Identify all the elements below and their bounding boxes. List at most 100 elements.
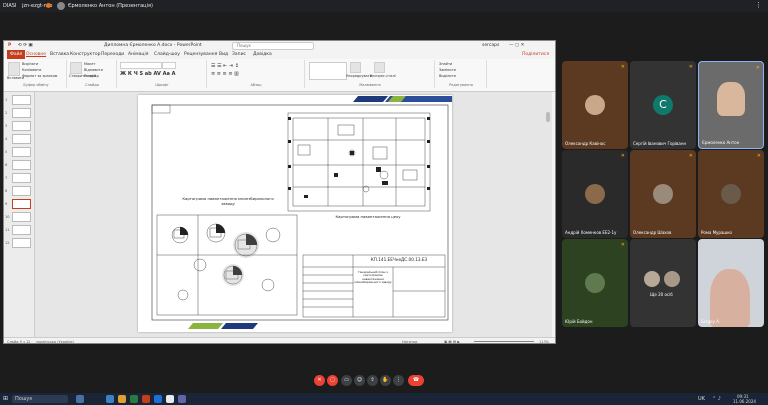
clock-date[interactable]: 11.06.2024	[733, 399, 756, 404]
zoom-level[interactable]: 113%	[539, 340, 549, 343]
paragraph-group: ☰ ☰ ⇤ ⇥ ↕ ≡ ≡ ≡ ≡ ▥ Абзац	[208, 60, 305, 88]
editing-group: Знайти Замінити Виділити Редагування	[436, 60, 487, 88]
tab-file[interactable]: Файл	[7, 50, 26, 59]
tab-animations[interactable]: Анімація	[128, 52, 148, 57]
slide-thumbnail[interactable]	[12, 186, 31, 196]
participant-tile[interactable]: ✕ Рома Мурашко	[698, 150, 764, 238]
slide-thumbnail[interactable]	[12, 212, 31, 222]
tab-slideshow[interactable]: Слайд-шоу	[154, 52, 180, 57]
reset-button[interactable]: Відновити	[84, 68, 103, 72]
tab-record[interactable]: Запис	[232, 52, 246, 57]
mic-off-button[interactable]: ✕	[314, 375, 325, 386]
vertical-scrollbar[interactable]	[546, 112, 550, 122]
copy-button[interactable]: Копіювати	[22, 68, 41, 72]
notes-button[interactable]: Нотатки	[402, 340, 417, 343]
participant-tile[interactable]: ✕ Олександр Кавінос	[562, 61, 628, 149]
tab-review[interactable]: Рецензування	[184, 52, 217, 57]
select-button[interactable]: Виділити	[439, 74, 456, 78]
slide-number: 12	[5, 241, 10, 245]
mic-muted-icon: ✕	[755, 65, 760, 71]
record-icon	[46, 3, 51, 8]
chrome-icon[interactable]	[166, 395, 174, 403]
slide-thumbnail[interactable]	[12, 121, 31, 131]
present-button[interactable]: ⇧	[367, 375, 378, 386]
participant-tile[interactable]: C ✕ Сергій Іванович Горіванн	[630, 61, 696, 149]
window-controls[interactable]: — ▢ ✕	[509, 43, 524, 48]
quick-access-icons[interactable]: ⟲ ⟳ ▣	[18, 43, 33, 48]
leave-call-button[interactable]: ☎	[408, 375, 424, 386]
tab-insert[interactable]: Вставка	[50, 52, 69, 57]
powerpoint-icon[interactable]	[142, 395, 150, 403]
slide-thumbnail[interactable]	[12, 95, 31, 105]
slide-number: 6	[5, 163, 8, 167]
align-buttons[interactable]: ≡ ≡ ≡ ≡ ▥	[211, 71, 239, 77]
tab-design[interactable]: Конструктор	[70, 52, 100, 57]
tab-help[interactable]: Довідка	[253, 52, 272, 57]
store-icon[interactable]	[130, 395, 138, 403]
share-button[interactable]: Поділитися	[522, 52, 549, 57]
drawing-group: Упорядкувати Експрес-стилі Малювання	[306, 60, 435, 88]
layout-button[interactable]: Макет	[84, 62, 95, 66]
replace-button[interactable]: Замінити	[439, 68, 456, 72]
tab-view[interactable]: Вид	[219, 52, 228, 57]
user-name[interactable]: sercaps	[482, 43, 499, 48]
windows-start-icon[interactable]: ⊞	[3, 395, 8, 402]
slide-thumbnail[interactable]	[12, 225, 31, 235]
system-tray-icons[interactable]: ⌃ ♪	[712, 396, 721, 402]
teams-icon[interactable]	[178, 395, 186, 403]
list-buttons[interactable]: ☰ ☰ ⇤ ⇥ ↕	[211, 63, 239, 69]
slide-thumbnail[interactable]	[12, 173, 31, 183]
slide-thumbnail-selected[interactable]	[12, 199, 31, 209]
zoom-slider[interactable]	[474, 341, 534, 342]
quick-styles-icon[interactable]	[374, 62, 385, 73]
font-format-buttons[interactable]: Ж К Ч S ab AV Aa A	[120, 71, 176, 77]
quick-styles-button[interactable]: Експрес-стилі	[370, 74, 396, 78]
new-slide-icon[interactable]	[70, 62, 82, 74]
raise-hand-button[interactable]: ✋	[380, 375, 391, 386]
more-options-button[interactable]: ⋮	[393, 375, 404, 386]
participant-tile-active[interactable]: ✕ Єрмоленко Антон	[698, 61, 764, 149]
mic-muted-icon: ✕	[688, 64, 693, 70]
participant-tile[interactable]: ✕ Юрій Бойдон	[562, 239, 628, 327]
tab-home[interactable]: Основне	[26, 52, 46, 57]
paste-icon[interactable]	[8, 62, 20, 76]
emoji-button[interactable]: ☺	[354, 375, 365, 386]
edge-icon[interactable]	[106, 395, 114, 403]
explorer-icon[interactable]	[118, 395, 126, 403]
participant-tile[interactable]: ✕ Андрій Хоменков ЕЕ2-1у	[562, 150, 628, 238]
section-button[interactable]: Розділ	[84, 74, 96, 78]
arrange-button[interactable]: Упорядкувати	[346, 74, 372, 78]
search-input[interactable]: Пошук	[232, 42, 314, 50]
cut-button[interactable]: Вирізати	[22, 62, 38, 66]
slide-thumbnail[interactable]	[12, 238, 31, 248]
participant-name: Єрмоленко Антон	[702, 140, 740, 145]
font-group: Ж К Ч S ab AV Aa A Шрифт	[118, 60, 207, 88]
search-box[interactable]: Пошук	[12, 395, 68, 403]
language-indicator[interactable]: UK	[698, 396, 705, 402]
slide-thumbnail[interactable]	[12, 134, 31, 144]
participant-tile[interactable]: ✕ Олександр Шахов	[630, 150, 696, 238]
word-icon[interactable]	[154, 395, 162, 403]
participant-tile[interactable]: Sergey A.	[698, 239, 764, 327]
view-buttons[interactable]: ▣ ▦ ▤ ▶	[444, 340, 460, 343]
more-icon[interactable]: ⋮	[755, 1, 762, 9]
task-view-icon[interactable]	[76, 395, 84, 403]
slide[interactable]: Картограма навантаження млинзбирального …	[138, 95, 452, 332]
tab-transitions[interactable]: Переходи	[101, 52, 124, 57]
slide-thumbnail[interactable]	[12, 160, 31, 170]
captions-button[interactable]: ▭	[341, 375, 352, 386]
slide-thumbnail[interactable]	[12, 147, 31, 157]
camera-off-button[interactable]: ▢	[327, 375, 338, 386]
font-family-select[interactable]	[120, 62, 162, 69]
arrange-icon[interactable]	[350, 62, 361, 73]
language-status[interactable]: українська (Україна)	[36, 340, 74, 343]
participant-group-tile[interactable]: Ще 20 осіб	[630, 239, 696, 327]
participant-name: Сергій Іванович Горіванн	[633, 141, 687, 146]
slide-thumbnail[interactable]	[12, 108, 31, 118]
mic-muted-icon: ✕	[620, 242, 625, 248]
find-button[interactable]: Знайти	[439, 62, 452, 66]
font-size-select[interactable]	[162, 62, 176, 69]
format-painter-button[interactable]: Формат за зразком	[22, 74, 57, 78]
slide-number: 1	[5, 98, 8, 102]
shapes-gallery[interactable]	[309, 62, 347, 80]
